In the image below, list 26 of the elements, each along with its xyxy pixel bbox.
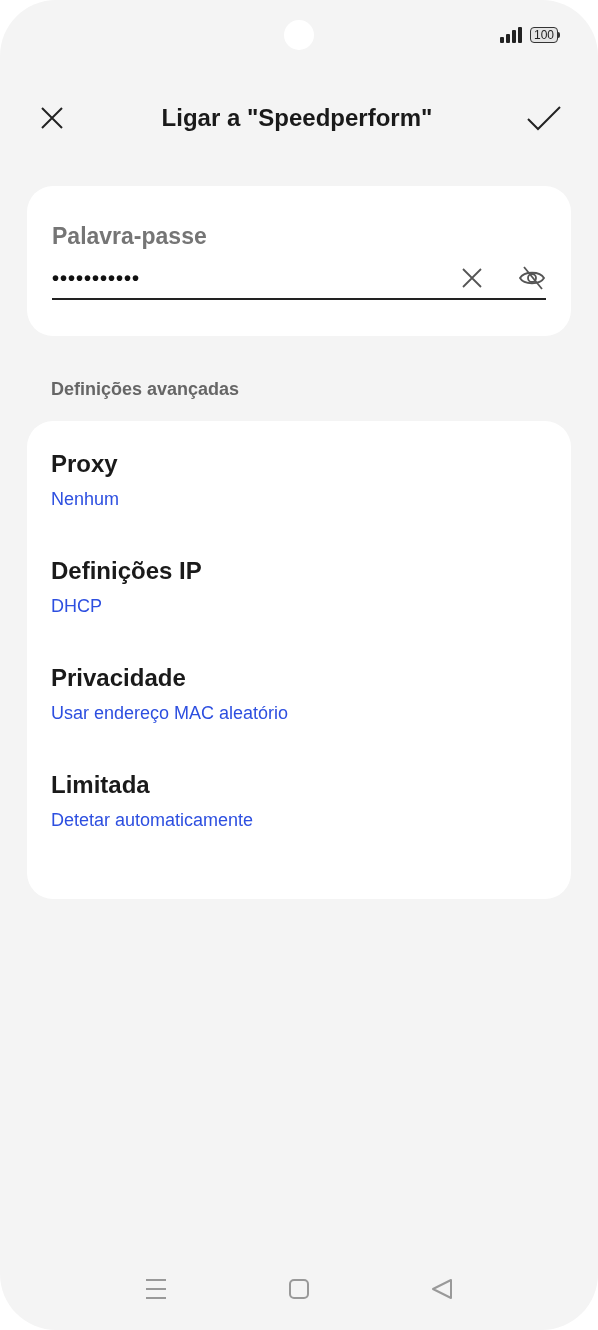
home-icon[interactable] bbox=[288, 1278, 310, 1300]
setting-item[interactable]: Limitada Detetar automaticamente bbox=[51, 770, 547, 877]
back-icon[interactable] bbox=[431, 1278, 453, 1300]
dialog-title: Ligar a "Speedperform" bbox=[161, 103, 433, 133]
eye-slash-icon[interactable] bbox=[518, 266, 546, 290]
close-icon bbox=[40, 106, 64, 130]
clear-icon[interactable] bbox=[462, 268, 482, 288]
setting-item[interactable]: Proxy Nenhum bbox=[51, 449, 547, 556]
setting-value: Usar endereço MAC aleatório bbox=[51, 702, 289, 724]
setting-item[interactable]: Definições IP DHCP bbox=[51, 556, 547, 663]
menu-icon[interactable] bbox=[145, 1278, 167, 1300]
field-label: Palavra-passe bbox=[52, 222, 208, 250]
setting-item[interactable]: Privacidade Usar endereço MAC aleatório bbox=[51, 663, 547, 770]
password-value: ••••••••••• bbox=[52, 266, 142, 291]
password-field[interactable]: ••••••••••• bbox=[52, 258, 546, 300]
setting-title: Limitada bbox=[51, 770, 150, 800]
setting-title: Privacidade bbox=[51, 663, 186, 693]
battery-icon: 100 bbox=[529, 27, 560, 43]
setting-value: DHCP bbox=[51, 595, 102, 617]
checkmark-icon bbox=[527, 105, 561, 131]
section-title: Definições avançadas bbox=[51, 378, 241, 401]
setting-value: Nenhum bbox=[51, 488, 120, 510]
signal-icon bbox=[499, 27, 524, 43]
setting-title: Proxy bbox=[51, 449, 118, 479]
setting-title: Definições IP bbox=[51, 556, 202, 586]
setting-value: Detetar automaticamente bbox=[51, 809, 254, 831]
